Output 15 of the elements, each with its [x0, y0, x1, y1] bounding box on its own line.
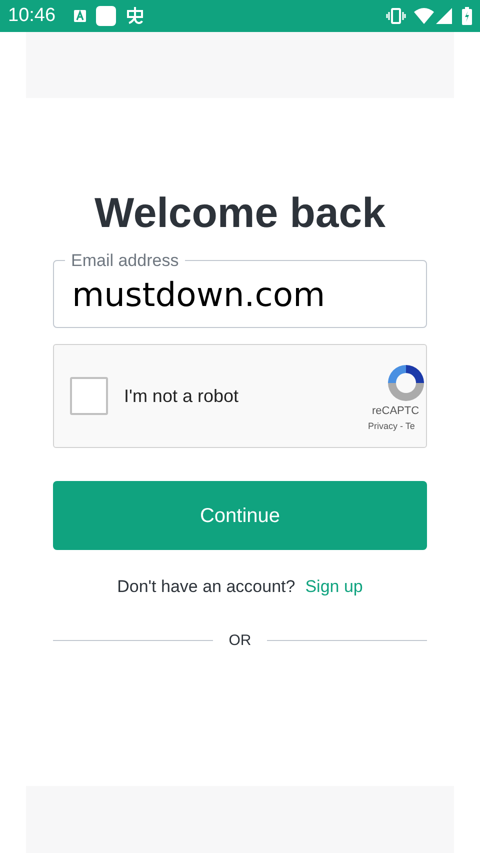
checkbox-label: I'm not a robot [124, 384, 238, 408]
battery-icon [462, 7, 472, 25]
status-time: 10:46 [8, 4, 56, 28]
signup-prompt: Don't have an account? [117, 576, 296, 598]
app-icon [96, 6, 116, 26]
privacy-terms-links[interactable]: Privacy - Te [368, 420, 415, 433]
notification-icon [74, 10, 86, 22]
wifi-icon [414, 8, 434, 24]
page-title: Welcome back [93, 188, 387, 238]
recaptcha-brand: reCAPTC [372, 404, 420, 419]
signal-icon [436, 8, 452, 24]
divider-label: OR [228, 630, 252, 650]
checkbox[interactable] [70, 377, 108, 415]
vibrate-icon [386, 8, 406, 24]
bug-icon [124, 6, 145, 26]
